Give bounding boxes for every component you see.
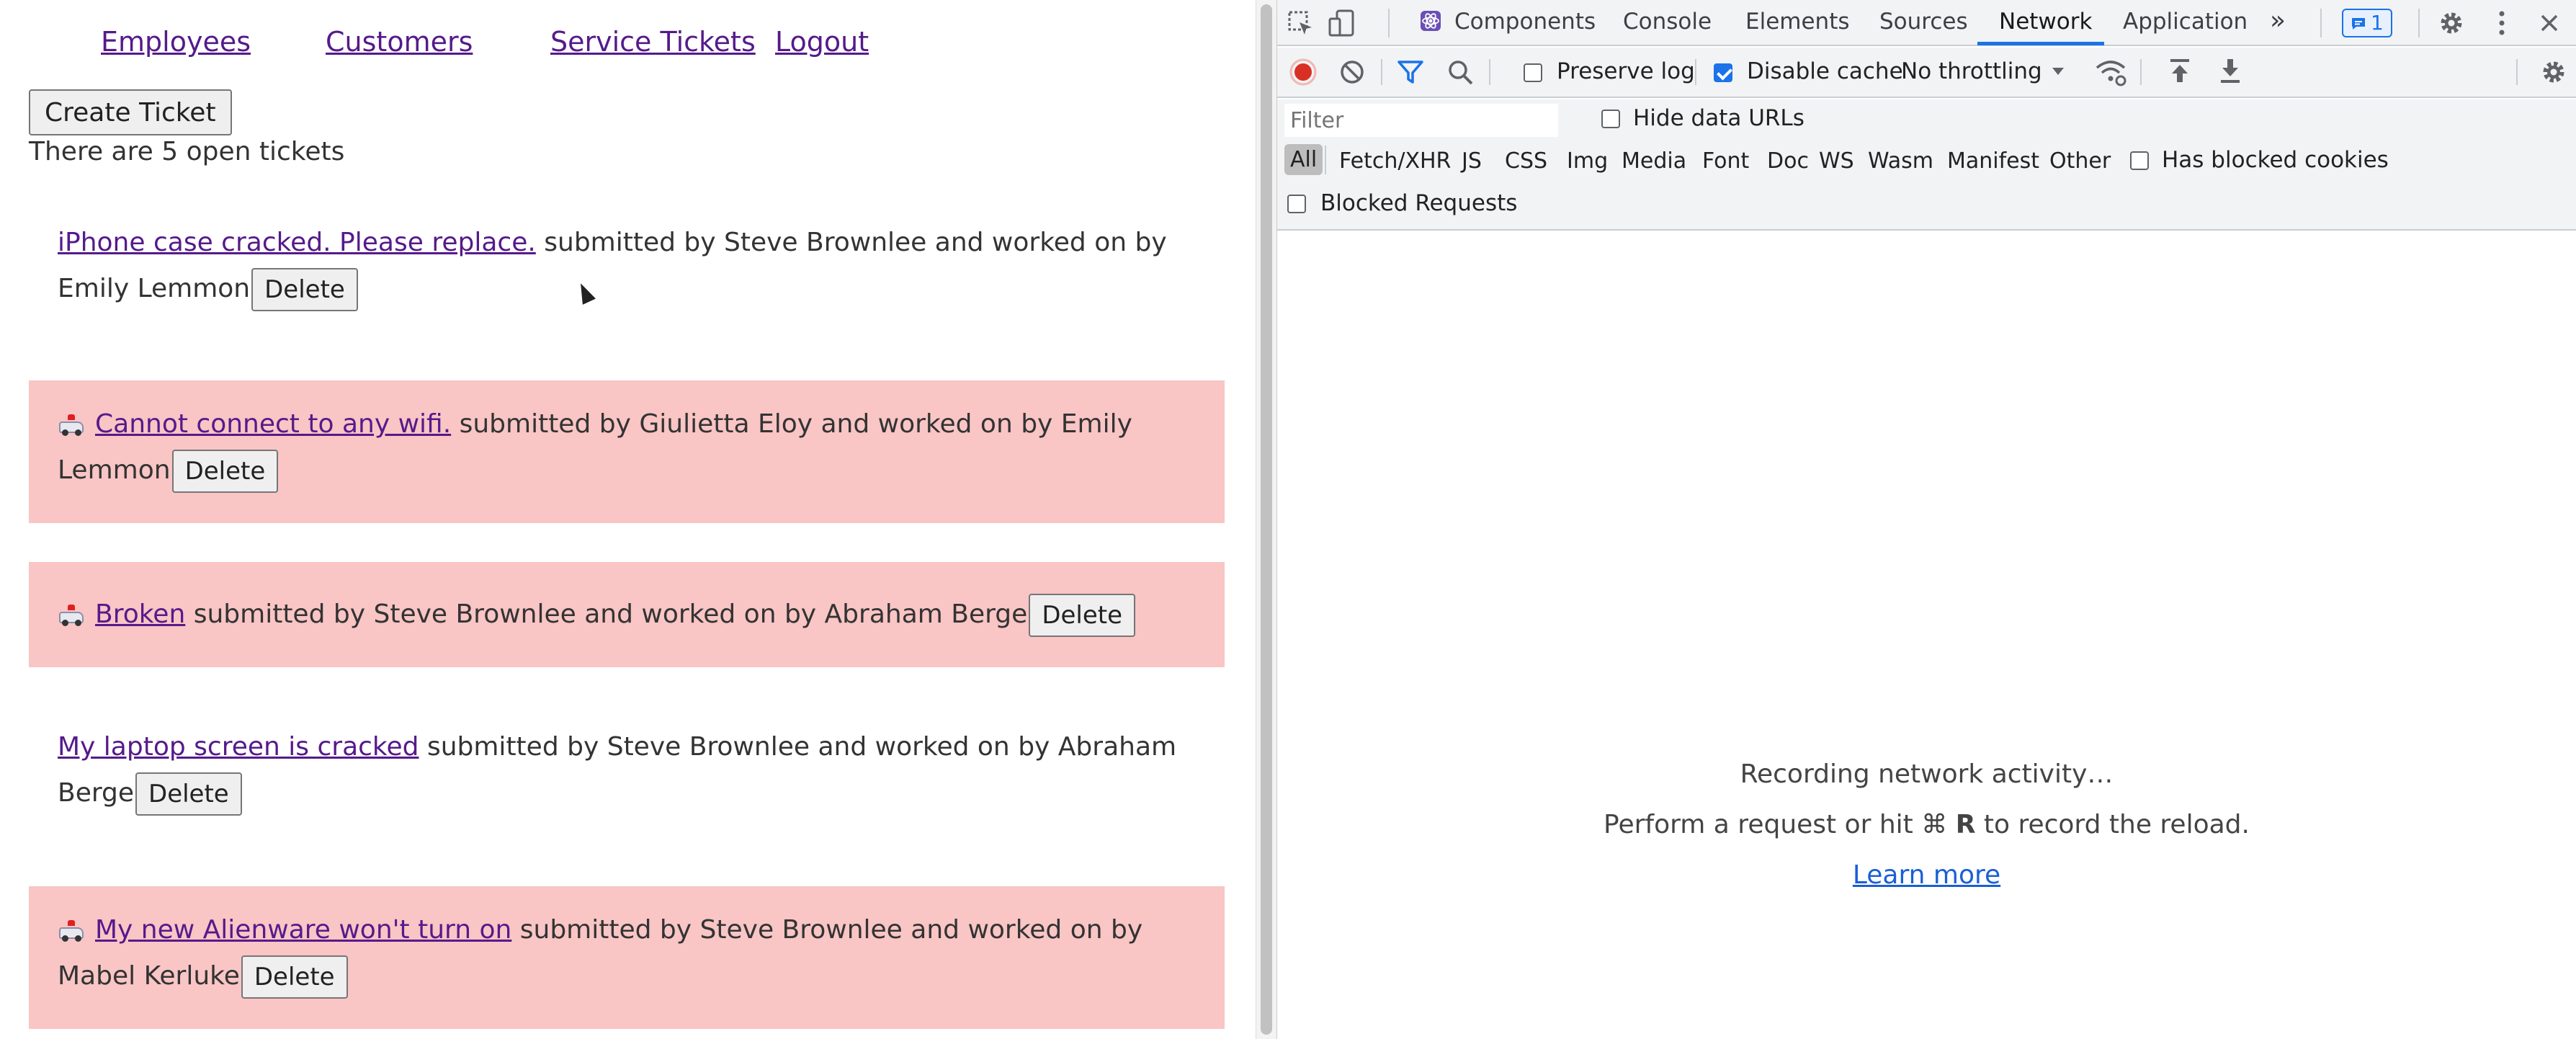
ticket-item-emergency: Broken submitted by Steve Brownlee and w… <box>29 562 1225 667</box>
learn-more-container: Learn more <box>1277 860 2576 890</box>
type-filter-media[interactable]: Media <box>1622 148 1686 174</box>
tab-sources[interactable]: Sources <box>1879 9 1968 35</box>
nav-employees-link[interactable]: Employees <box>101 26 251 58</box>
ticket-submitted-text: submitted by Steve Brownlee and worked o… <box>185 599 1028 629</box>
type-filter-fetch-xhr[interactable]: Fetch/XHR <box>1339 148 1451 174</box>
type-filter-css[interactable]: CSS <box>1505 148 1547 174</box>
disable-cache-label: Disable cache <box>1747 58 1903 84</box>
inspect-element-icon[interactable] <box>1287 10 1315 37</box>
type-filter-wasm[interactable]: Wasm <box>1868 148 1933 174</box>
settings-gear-icon[interactable] <box>2437 9 2466 37</box>
has-blocked-cookies-label: Has blocked cookies <box>2162 147 2389 173</box>
type-filter-all[interactable]: All <box>1284 144 1323 175</box>
disable-cache-checkbox[interactable] <box>1714 63 1732 82</box>
create-ticket-button[interactable]: Create Ticket <box>29 89 232 135</box>
ticket-description-link[interactable]: My laptop screen is cracked <box>58 732 419 762</box>
delete-button[interactable]: Delete <box>171 450 279 493</box>
nav-customers-link[interactable]: Customers <box>326 26 473 58</box>
hide-data-urls-checkbox[interactable] <box>1601 110 1620 128</box>
type-filter-other[interactable]: Other <box>2049 148 2111 174</box>
type-filter-img[interactable]: Img <box>1567 148 1608 174</box>
learn-more-link[interactable]: Learn more <box>1853 860 2000 890</box>
ticket-submitted-text: submitted by Giulietta Eloy and worked o… <box>451 409 1132 439</box>
ticket-employee-text: Berge <box>58 778 135 808</box>
ticket-employee-text: Mabel Kerluke <box>58 961 240 991</box>
tab-console[interactable]: Console <box>1623 9 1712 35</box>
ticket-item: My laptop screen is cracked submitted by… <box>29 723 1225 831</box>
device-toolbar-icon[interactable] <box>1328 9 1356 37</box>
hide-data-urls-label: Hide data URLs <box>1633 105 1804 131</box>
app-pane: Employees Customers Service Tickets Logo… <box>0 0 1256 1039</box>
import-har-icon[interactable] <box>2168 58 2192 85</box>
tab-network[interactable]: Network <box>1999 9 2092 35</box>
ticket-submitted-text: submitted by Steve Brownlee and worked o… <box>511 915 1143 945</box>
delete-button[interactable]: Delete <box>1029 594 1136 637</box>
delete-button[interactable]: Delete <box>135 772 242 816</box>
ticket-description-link[interactable]: Broken <box>95 599 185 629</box>
has-blocked-cookies-checkbox[interactable] <box>2130 151 2149 170</box>
ambulance-icon <box>58 920 85 942</box>
blocked-requests-label: Blocked Requests <box>1320 190 1518 216</box>
ticket-item-emergency: Cannot connect to any wifi. submitted by… <box>29 380 1225 523</box>
network-toolbar: Preserve log Disable cache No throttling <box>1277 48 2576 98</box>
tab-elements[interactable]: Elements <box>1745 9 1850 35</box>
tab-components[interactable]: Components <box>1454 9 1596 35</box>
type-filter-ws[interactable]: WS <box>1819 148 1854 174</box>
network-conditions-icon[interactable] <box>2094 58 2127 86</box>
devtools-tabbar: Components Console Elements Sources Netw… <box>1277 0 2576 46</box>
open-ticket-count: There are 5 open tickets <box>29 137 345 166</box>
type-filter-font[interactable]: Font <box>1702 148 1749 174</box>
active-tab-indicator <box>1977 42 2104 45</box>
search-icon[interactable] <box>1447 59 1475 86</box>
clear-icon[interactable] <box>1339 59 1365 85</box>
blocked-requests-checkbox[interactable] <box>1287 195 1306 213</box>
close-icon[interactable] <box>2539 13 2559 33</box>
ticket-description-link[interactable]: My new Alienware won't turn on <box>95 915 511 945</box>
delete-button[interactable]: Delete <box>241 955 348 999</box>
record-icon[interactable] <box>1289 58 1318 86</box>
tab-application[interactable]: Application <box>2123 9 2248 35</box>
recording-status-text: Recording network activity… <box>1740 759 2114 789</box>
more-tabs-icon[interactable]: » <box>2270 6 2286 35</box>
issues-badge[interactable]: 1 <box>2342 9 2392 37</box>
delete-button[interactable]: Delete <box>251 268 358 311</box>
issues-count: 1 <box>2371 11 2384 35</box>
ambulance-icon <box>58 414 85 436</box>
ticket-employee-text: Emily Lemmon <box>58 274 251 303</box>
export-har-icon[interactable] <box>2218 58 2242 85</box>
dropdown-arrow-icon[interactable] <box>2051 66 2065 76</box>
preserve-log-checkbox[interactable] <box>1524 63 1542 82</box>
ticket-employee-text: Lemmon <box>58 455 171 485</box>
type-filter-js[interactable]: JS <box>1462 148 1482 174</box>
ambulance-icon <box>58 605 85 626</box>
preserve-log-label: Preserve log <box>1557 58 1695 84</box>
ticket-submitted-text: submitted by Steve Brownlee and worked o… <box>419 732 1177 762</box>
ticket-item: iPhone case cracked. Please replace. sub… <box>29 216 1225 324</box>
ticket-description-link[interactable]: Cannot connect to any wifi. <box>95 409 451 439</box>
network-settings-gear-icon[interactable] <box>2539 58 2568 86</box>
throttling-select[interactable]: No throttling <box>1901 58 2042 84</box>
message-icon <box>2352 18 2365 30</box>
filter-icon[interactable] <box>1397 59 1424 85</box>
ticket-description-link[interactable]: iPhone case cracked. Please replace. <box>58 228 536 257</box>
ticket-item-emergency: My new Alienware won't turn on submitted… <box>29 886 1225 1029</box>
filter-input[interactable] <box>1284 104 1558 137</box>
pane-splitter[interactable] <box>1256 0 1277 1039</box>
type-filter-doc[interactable]: Doc <box>1767 148 1809 174</box>
nav-service-tickets-link[interactable]: Service Tickets <box>550 26 756 58</box>
react-components-icon <box>1421 11 1441 31</box>
reload-hint-text: Perform a request or hit ⌘ R to record t… <box>1604 810 2250 839</box>
kebab-menu-icon[interactable] <box>2496 10 2508 36</box>
reload-hint-key: R <box>1955 810 1976 839</box>
scrollbar-thumb[interactable] <box>1261 4 1272 1035</box>
ticket-submitted-text: submitted by Steve Brownlee and worked o… <box>535 228 1167 257</box>
type-filter-manifest[interactable]: Manifest <box>1947 148 2039 174</box>
nav-logout-link[interactable]: Logout <box>775 26 869 58</box>
devtools-panel: Components Console Elements Sources Netw… <box>1277 0 2576 1039</box>
